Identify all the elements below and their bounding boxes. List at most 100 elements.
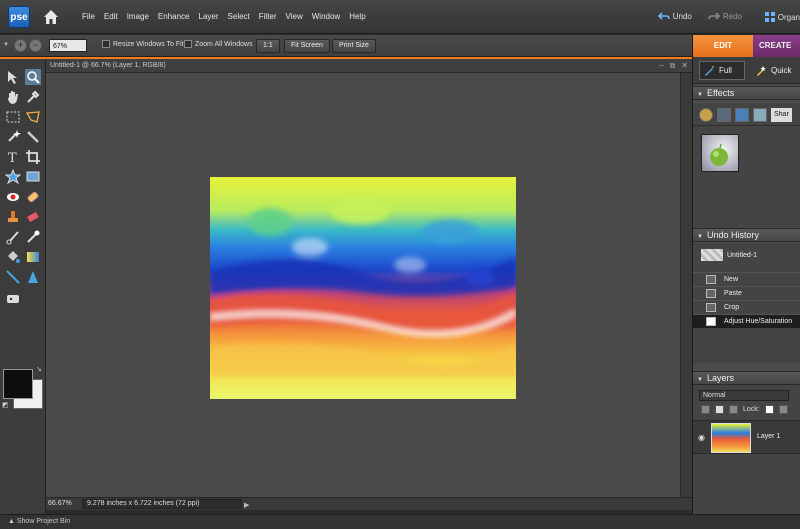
edit-mode-row: Full Quick [693, 57, 800, 84]
eye-icon[interactable]: ◉ [698, 433, 705, 442]
eyedropper-tool-icon[interactable] [25, 89, 41, 105]
crop-tool-icon[interactable] [25, 149, 41, 165]
zoom-field[interactable]: 67% [49, 39, 87, 52]
actual-pixels-button[interactable]: 1:1 [256, 39, 280, 53]
shape-tool-icon[interactable] [5, 269, 21, 285]
undo-icon [657, 12, 670, 20]
photo-effects-icon[interactable] [735, 108, 749, 122]
menu-image[interactable]: Image [127, 12, 149, 21]
quick-selection-tool-icon[interactable] [25, 129, 41, 145]
menu-enhance[interactable]: Enhance [158, 12, 190, 21]
layer-row[interactable]: ◉ Layer 1 [693, 420, 800, 454]
eraser-tool-icon[interactable] [25, 209, 41, 225]
history-item-new[interactable]: New [693, 272, 800, 286]
tab-create[interactable]: CREATE [753, 35, 800, 57]
history-step-icon [706, 317, 716, 326]
options-menu-icon[interactable]: ▼ [3, 42, 9, 48]
red-eye-tool-icon[interactable] [5, 189, 21, 205]
menu-window[interactable]: Window [312, 12, 340, 21]
all-effects-icon[interactable] [753, 108, 767, 122]
magic-wand-tool-icon[interactable] [5, 129, 21, 145]
cookie-cutter-tool-icon[interactable] [5, 169, 21, 185]
show-project-bin-button[interactable]: ▲ Show Project Bin [8, 518, 70, 525]
move-tool-icon[interactable] [5, 69, 21, 85]
collapse-triangle-icon: ▼ [697, 92, 703, 98]
document-title: Untitled-1 @ 66.7% (Layer 1, RGB/8) [50, 62, 166, 69]
tab-edit[interactable]: EDIT [693, 35, 753, 57]
history-label: Adjust Hue/Saturation [724, 318, 793, 325]
foreground-color-swatch[interactable] [3, 369, 33, 399]
history-item-adjust-hue[interactable]: Adjust Hue/Saturation [693, 314, 800, 328]
type-tool-icon[interactable]: T [5, 149, 21, 165]
menu-select[interactable]: Select [228, 12, 250, 21]
hand-tool-icon[interactable] [5, 89, 21, 105]
history-item-paste[interactable]: Paste [693, 286, 800, 300]
organizer-button[interactable]: Organ [764, 12, 800, 22]
new-layer-icon[interactable] [701, 405, 710, 414]
blend-mode-dropdown[interactable]: Normal [699, 390, 789, 401]
redo-button[interactable]: Redo [708, 12, 742, 21]
effects-category-dropdown[interactable]: Shar [771, 108, 792, 122]
history-label: Untitled-1 [727, 251, 757, 259]
layers-panel: Normal Lock: ◉ Layer 1 [693, 385, 800, 514]
status-zoom[interactable]: 66.67% [48, 498, 72, 510]
layer-styles-icon[interactable] [717, 108, 731, 122]
full-edit-button[interactable]: Full [699, 61, 745, 80]
minimize-icon[interactable]: – [659, 59, 663, 73]
layers-header[interactable]: ▼ Layers [693, 371, 800, 385]
menu-help[interactable]: Help [349, 12, 365, 21]
vertical-scrollbar[interactable] [680, 73, 692, 497]
clone-stamp-tool-icon[interactable] [5, 209, 21, 225]
lock-transparency-icon[interactable] [764, 405, 774, 414]
menu-layer[interactable]: Layer [199, 12, 219, 21]
straighten-tool-icon[interactable] [25, 169, 41, 185]
delete-layer-icon[interactable] [729, 405, 738, 414]
print-size-button[interactable]: Print Size [332, 39, 376, 53]
info-menu-arrow-icon[interactable]: ▶ [244, 500, 249, 512]
apple-icon [710, 143, 728, 166]
close-icon[interactable]: ✕ [681, 59, 688, 73]
lock-all-icon[interactable] [778, 405, 788, 414]
snapshot-thumbnail [701, 249, 723, 261]
zoom-in-icon[interactable]: + [14, 39, 27, 52]
marquee-tool-icon[interactable] [5, 109, 21, 125]
brush-layer-icon[interactable] [715, 405, 724, 414]
canvas-area[interactable] [46, 73, 680, 497]
swap-colors-icon[interactable]: ↘ [36, 365, 42, 373]
undo-label: Undo [672, 12, 692, 21]
default-colors-icon[interactable]: ◩ [2, 401, 9, 409]
effects-header[interactable]: ▼ Effects [693, 86, 800, 100]
menu-file[interactable]: File [82, 12, 95, 21]
undo-button[interactable]: Undo [657, 12, 692, 21]
brush-tool-icon[interactable] [5, 229, 21, 245]
healing-brush-tool-icon[interactable] [25, 189, 41, 205]
resize-windows-checkbox[interactable]: Resize Windows To Fit [102, 40, 184, 48]
zoom-all-windows-checkbox[interactable]: Zoom All Windows [184, 40, 253, 48]
effects-thumbnails [693, 126, 800, 232]
menu-filter[interactable]: Filter [259, 12, 277, 21]
sharpen-tool-icon[interactable] [25, 269, 41, 285]
paint-bucket-tool-icon[interactable] [5, 249, 21, 265]
document-tab[interactable]: Untitled-1 @ 66.7% (Layer 1, RGB/8) – ⧉ … [46, 59, 692, 73]
tie-dye-image [210, 177, 516, 399]
quick-fix-label: Quick [771, 66, 792, 75]
effect-thumbnail[interactable] [701, 134, 739, 172]
home-icon[interactable] [42, 8, 60, 26]
zoom-tool-icon[interactable] [25, 69, 41, 85]
filters-icon[interactable] [699, 108, 713, 122]
menu-edit[interactable]: Edit [104, 12, 118, 21]
quick-fix-button[interactable]: Quick [755, 61, 791, 80]
menu-view[interactable]: View [286, 12, 303, 21]
status-bar: 66.67% 9.278 inches x 6.722 inches (72 p… [46, 497, 692, 510]
fit-screen-button[interactable]: Fit Screen [284, 39, 330, 53]
undo-history-header[interactable]: ▼ Undo History [693, 228, 800, 242]
history-item-crop[interactable]: Crop [693, 300, 800, 314]
smart-brush-tool-icon[interactable] [25, 229, 41, 245]
restore-icon[interactable]: ⧉ [670, 59, 676, 73]
history-item-snapshot[interactable]: Untitled-1 [693, 247, 800, 263]
lasso-tool-icon[interactable] [25, 109, 41, 125]
checkbox-box [184, 40, 192, 48]
sponge-tool-icon[interactable] [5, 291, 21, 307]
gradient-tool-icon[interactable] [25, 249, 41, 265]
zoom-out-icon[interactable]: − [29, 39, 42, 52]
